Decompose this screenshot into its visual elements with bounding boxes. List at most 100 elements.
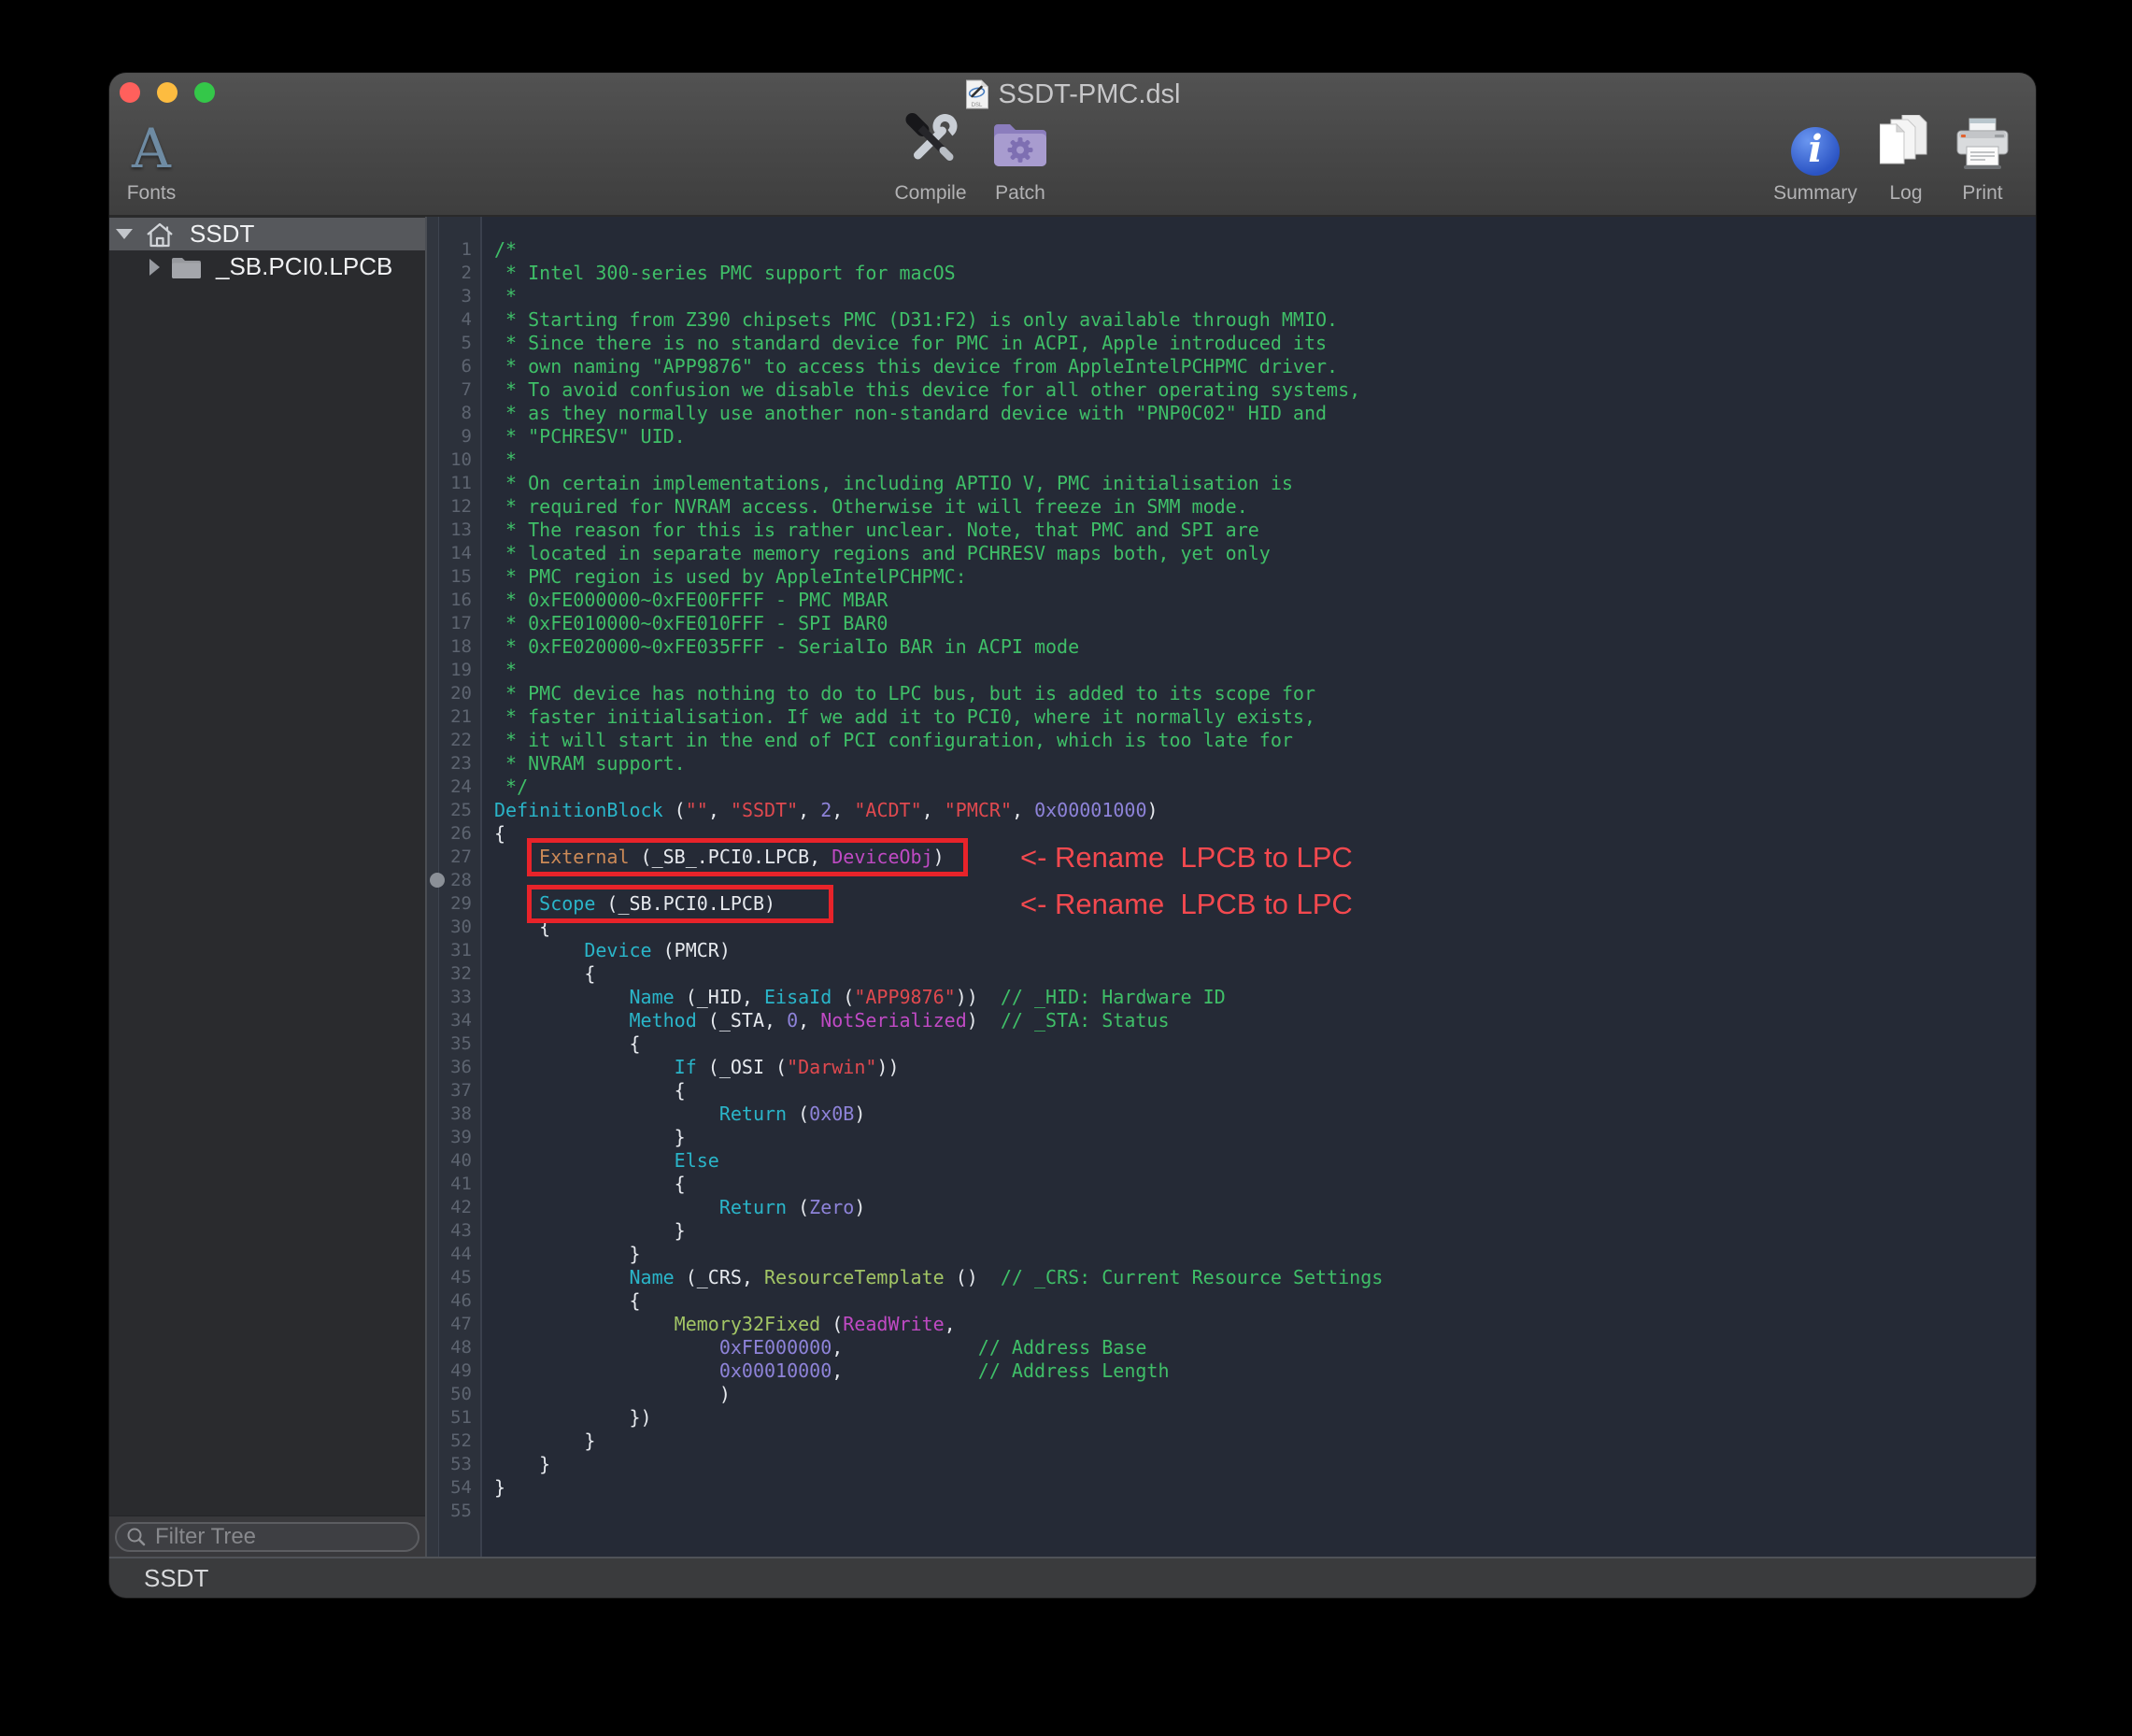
code-line[interactable]: {	[494, 1289, 2036, 1313]
line-number: 20	[439, 682, 480, 705]
zoom-button[interactable]	[194, 82, 215, 103]
disclosure-expanded-icon[interactable]	[116, 229, 133, 239]
line-number: 10	[439, 448, 480, 472]
code-line[interactable]: Name (_HID, EisaId ("APP9876")) // _HID:…	[494, 986, 2036, 1009]
summary-button[interactable]: i Summary	[1773, 101, 1857, 206]
code-line[interactable]: * Intel 300-series PMC support for macOS	[494, 262, 2036, 285]
code-line[interactable]: {	[494, 1079, 2036, 1103]
line-number: 54	[439, 1476, 480, 1500]
house-icon	[144, 220, 176, 249]
code-line[interactable]: * own naming "APP9876" to access this de…	[494, 355, 2036, 378]
sidebar-item-label: SSDT	[190, 220, 254, 249]
toolbar: DSL SSDT-PMC.dsl A Fonts Compile	[109, 73, 2036, 217]
filter-tree-input[interactable]: Filter Tree	[115, 1522, 419, 1552]
sidebar-item-sb-pci0-lpcb[interactable]: _SB.PCI0.LPCB	[109, 250, 425, 283]
line-number: 33	[439, 986, 480, 1009]
code-line[interactable]: /*	[494, 238, 2036, 262]
code-line[interactable]: Device (PMCR)	[494, 939, 2036, 962]
code-line[interactable]: }	[494, 1453, 2036, 1476]
log-label: Log	[1889, 183, 1922, 206]
code-line[interactable]: * as they normally use another non-stand…	[494, 402, 2036, 425]
sidebar-item-ssdt[interactable]: SSDT	[109, 218, 425, 250]
line-number: 29	[439, 892, 480, 916]
code-line[interactable]	[494, 869, 2036, 892]
code-line[interactable]: )	[494, 1383, 2036, 1406]
line-number: 12	[439, 495, 480, 519]
code-line[interactable]: * located in separate memory regions and…	[494, 542, 2036, 565]
code-line[interactable]: */	[494, 776, 2036, 799]
svg-text:DSL: DSL	[972, 103, 983, 108]
line-number: 26	[439, 822, 480, 846]
code-line[interactable]: {	[494, 1032, 2036, 1056]
code-line[interactable]: Else	[494, 1149, 2036, 1173]
fonts-button[interactable]: A Fonts	[127, 101, 177, 206]
code-line[interactable]: }	[494, 1476, 2036, 1500]
code-line[interactable]: * The reason for this is rather unclear.…	[494, 519, 2036, 542]
code-line[interactable]: * PMC region is used by AppleIntelPCHPMC…	[494, 565, 2036, 589]
code-line[interactable]: {	[494, 962, 2036, 986]
code-line[interactable]: * faster initialisation. If we add it to…	[494, 705, 2036, 729]
code-line[interactable]: * To avoid confusion we disable this dev…	[494, 378, 2036, 402]
line-number: 15	[439, 565, 480, 589]
code-line[interactable]: *	[494, 659, 2036, 682]
line-number: 48	[439, 1336, 480, 1359]
filter-bar: Filter Tree	[109, 1515, 425, 1557]
code-line[interactable]: Return (Zero)	[494, 1196, 2036, 1219]
code-line[interactable]: * "PCHRESV" UID.	[494, 425, 2036, 448]
code-line[interactable]: * it will start in the end of PCI config…	[494, 729, 2036, 752]
code-line[interactable]: DefinitionBlock ("", "SSDT", 2, "ACDT", …	[494, 799, 2036, 822]
code-line[interactable]: }	[494, 1243, 2036, 1266]
line-number: 9	[439, 425, 480, 448]
print-label: Print	[1962, 183, 2002, 206]
disclosure-collapsed-icon[interactable]	[149, 259, 160, 276]
line-number: 51	[439, 1406, 480, 1430]
code-line[interactable]: }	[494, 1126, 2036, 1149]
line-number: 47	[439, 1313, 480, 1336]
line-number: 43	[439, 1219, 480, 1243]
compile-button[interactable]: Compile	[894, 101, 966, 206]
log-button[interactable]: Log	[1880, 101, 1932, 206]
code-line[interactable]: If (_OSI ("Darwin"))	[494, 1056, 2036, 1079]
line-number: 6	[439, 355, 480, 378]
code-line[interactable]: {	[494, 822, 2036, 846]
line-number: 24	[439, 776, 480, 799]
code-line[interactable]: * On certain implementations, including …	[494, 472, 2036, 495]
compile-label: Compile	[894, 183, 966, 206]
line-number: 14	[439, 542, 480, 565]
line-number: 11	[439, 472, 480, 495]
content-area: SSDT _SB.PCI0.LPCB	[109, 217, 2036, 1557]
code-line[interactable]: {	[494, 916, 2036, 939]
code-line[interactable]: Scope (_SB.PCI0.LPCB)	[494, 892, 2036, 916]
line-number: 53	[439, 1453, 480, 1476]
code-editor[interactable]: 1234567891011121314151617181920212223242…	[425, 217, 2036, 1557]
patch-button[interactable]: Patch	[991, 101, 1049, 206]
code-line[interactable]: 0x00010000, // Address Length	[494, 1359, 2036, 1383]
code-line[interactable]: * Since there is no standard device for …	[494, 332, 2036, 355]
code-line[interactable]: * Starting from Z390 chipsets PMC (D31:F…	[494, 308, 2036, 332]
code-line[interactable]: {	[494, 1173, 2036, 1196]
code-line[interactable]: * 0xFE010000~0xFE010FFF - SPI BAR0	[494, 612, 2036, 635]
search-icon	[126, 1527, 147, 1547]
code-line[interactable]: * 0xFE000000~0xFE00FFFF - PMC MBAR	[494, 589, 2036, 612]
code-line[interactable]: Return (0x0B)	[494, 1103, 2036, 1126]
code-line[interactable]: * NVRAM support.	[494, 752, 2036, 776]
code-line[interactable]: 0xFE000000, // Address Base	[494, 1336, 2036, 1359]
code-line[interactable]: *	[494, 285, 2036, 308]
code-line[interactable]: External (_SB_.PCI0.LPCB, DeviceObj)	[494, 846, 2036, 869]
code-line[interactable]: })	[494, 1406, 2036, 1430]
print-button[interactable]: Print	[1953, 101, 2012, 206]
code-line[interactable]: Memory32Fixed (ReadWrite,	[494, 1313, 2036, 1336]
code-line[interactable]: * 0xFE020000~0xFE035FFF - SerialIo BAR i…	[494, 635, 2036, 659]
code-line[interactable]: Name (_CRS, ResourceTemplate () // _CRS:…	[494, 1266, 2036, 1289]
code-line[interactable]: *	[494, 448, 2036, 472]
code-line[interactable]	[494, 1500, 2036, 1523]
code-line[interactable]: Method (_STA, 0, NotSerialized) // _STA:…	[494, 1009, 2036, 1032]
code-line[interactable]: }	[494, 1430, 2036, 1453]
minimize-button[interactable]	[157, 82, 178, 103]
code-line[interactable]: * PMC device has nothing to do to LPC bu…	[494, 682, 2036, 705]
code-line[interactable]: * required for NVRAM access. Otherwise i…	[494, 495, 2036, 519]
gutter-numbers: 1234567891011121314151617181920212223242…	[439, 217, 482, 1557]
line-number: 49	[439, 1359, 480, 1383]
code-line[interactable]: }	[494, 1219, 2036, 1243]
close-button[interactable]	[120, 82, 140, 103]
